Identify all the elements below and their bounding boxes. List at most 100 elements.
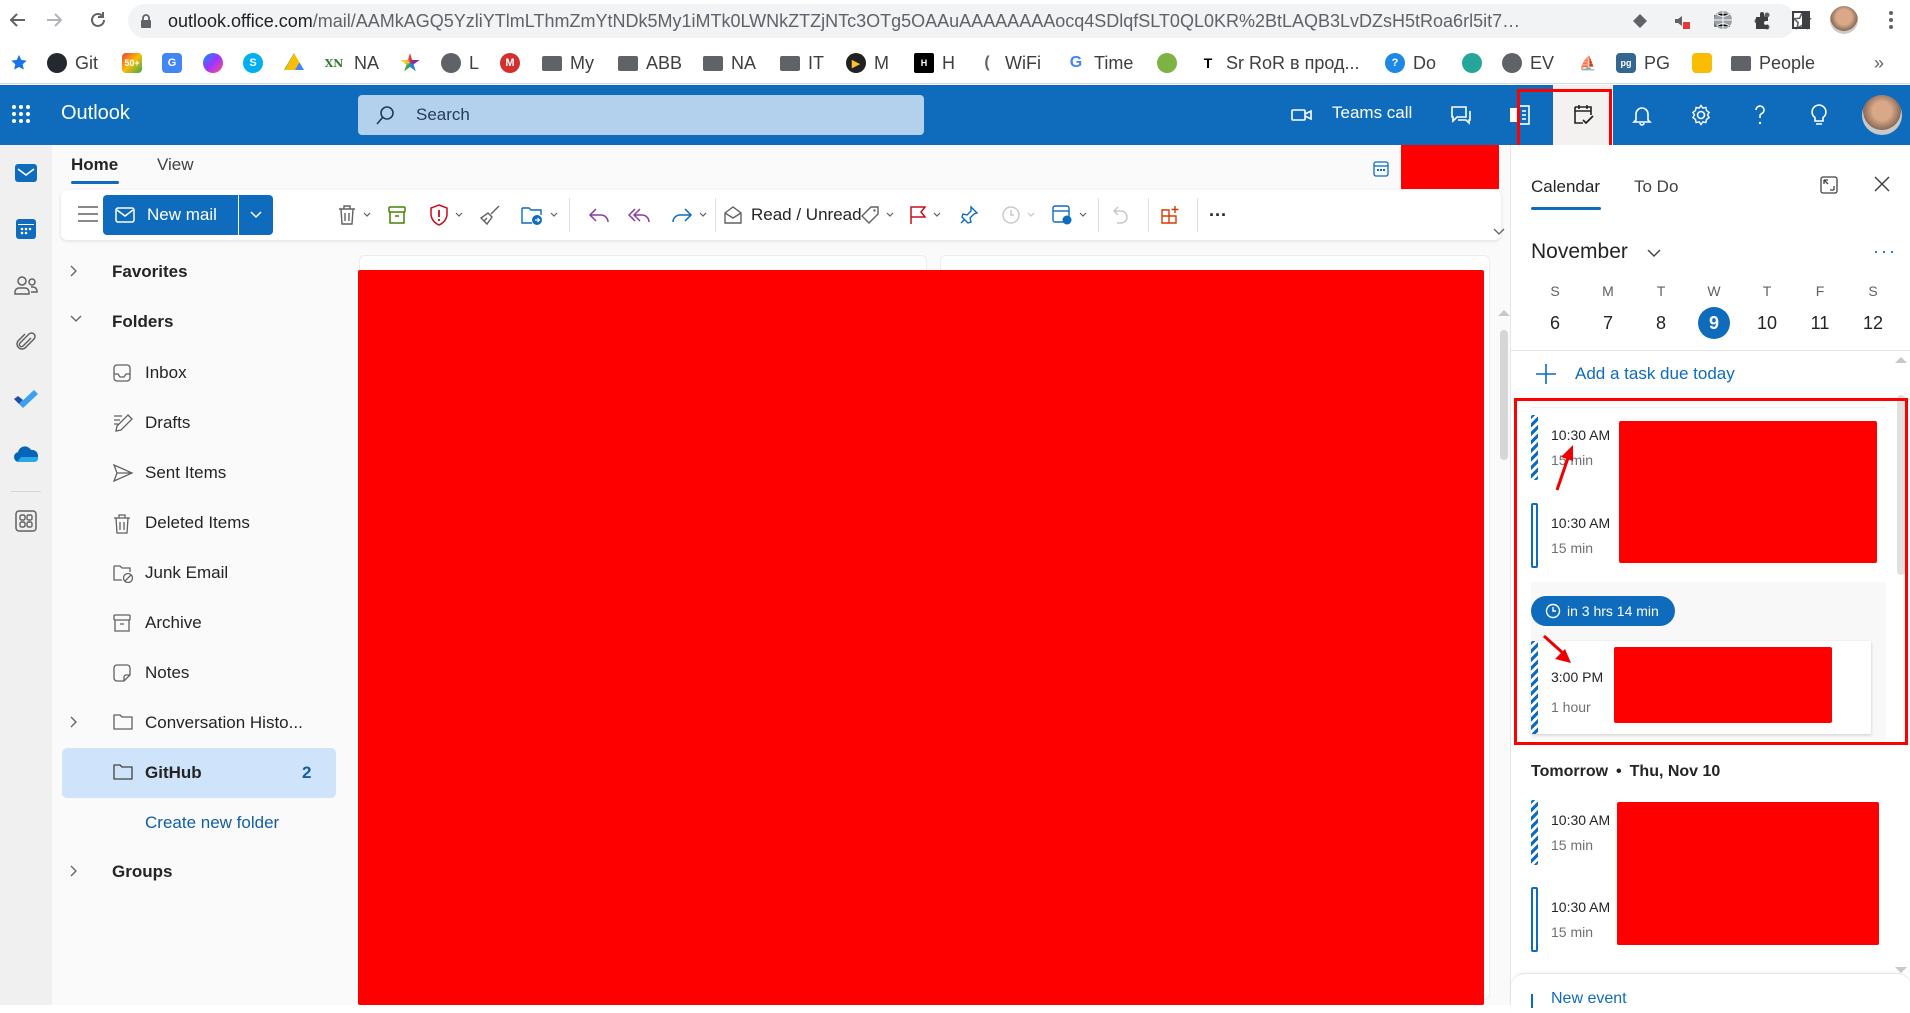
- date-cell[interactable]: 7: [1588, 307, 1628, 339]
- bookmark-gmail[interactable]: 50+: [122, 50, 150, 76]
- tab-muted-icon[interactable]: [1672, 11, 1692, 31]
- folder-github[interactable]: GitHub 2: [52, 751, 342, 795]
- date-cell[interactable]: 12: [1853, 307, 1893, 339]
- scrollbar[interactable]: [1498, 255, 1510, 1005]
- bookmark-ship[interactable]: ⛵: [1578, 50, 1606, 76]
- extensions-icon[interactable]: [1752, 9, 1774, 31]
- groups-section[interactable]: Groups: [52, 850, 342, 894]
- add-ins-button[interactable]: [1160, 203, 1180, 227]
- scroll-up-arrow[interactable]: [1895, 357, 1907, 363]
- close-icon[interactable]: [1873, 175, 1891, 193]
- bookmark-folder-people[interactable]: People: [1731, 50, 1815, 76]
- teams-call-button[interactable]: Teams call: [1332, 103, 1412, 123]
- folder-junk-email[interactable]: Junk Email: [52, 551, 342, 595]
- undo-button[interactable]: [1111, 203, 1131, 227]
- scrollbar-thumb[interactable]: [1500, 330, 1508, 460]
- month-label[interactable]: November: [1531, 240, 1628, 264]
- delete-button[interactable]: [337, 203, 371, 227]
- read-unread-button[interactable]: Read / Unread: [723, 203, 862, 227]
- archive-button[interactable]: [387, 203, 407, 227]
- tab-view[interactable]: View: [157, 155, 194, 175]
- create-new-folder-link[interactable]: Create new folder: [145, 813, 279, 833]
- bookmark-folder-my[interactable]: My: [542, 50, 594, 76]
- bookmark-m-red[interactable]: M: [500, 50, 528, 76]
- folder-deleted-items[interactable]: Deleted Items: [52, 501, 342, 545]
- search-box[interactable]: Search: [358, 95, 924, 135]
- folders-section[interactable]: Folders: [52, 300, 342, 344]
- bookmark-folder-na[interactable]: NA: [703, 50, 756, 76]
- flag-button[interactable]: [909, 203, 941, 227]
- folder-conversation-history[interactable]: Conversation Histo...: [52, 701, 342, 745]
- reply-button[interactable]: [588, 203, 610, 227]
- bookmark-time[interactable]: G Time: [1066, 50, 1134, 76]
- favorites-section[interactable]: Favorites: [52, 250, 342, 294]
- chat-icon[interactable]: [1449, 103, 1473, 127]
- bookmark-ev[interactable]: EV: [1502, 50, 1554, 76]
- bookmarks-overflow[interactable]: »: [1874, 50, 1884, 76]
- new-mail-main[interactable]: New mail: [103, 195, 239, 235]
- date-cell[interactable]: 6: [1535, 307, 1575, 339]
- rail-people[interactable]: [9, 268, 43, 302]
- bookmark-do[interactable]: ? Do: [1385, 50, 1436, 76]
- bookmark-m-play[interactable]: ▶ M: [846, 50, 889, 76]
- star-icon[interactable]: [10, 54, 28, 72]
- add-task-button[interactable]: Add a task due today: [1535, 363, 1735, 385]
- sweep-button[interactable]: [479, 203, 501, 227]
- bookmark-paw[interactable]: [1462, 50, 1490, 76]
- hamburger-menu-icon[interactable]: [77, 204, 99, 224]
- bookmark-keep[interactable]: [1692, 50, 1720, 76]
- vpn-globe-icon[interactable]: [1712, 9, 1734, 31]
- expand-icon[interactable]: [1819, 175, 1839, 195]
- bookmark-drive[interactable]: [284, 50, 312, 76]
- folder-sent-items[interactable]: Sent Items: [52, 451, 342, 495]
- bookmark-green[interactable]: [1157, 50, 1185, 76]
- reload-button[interactable]: [86, 8, 110, 32]
- kebab-menu-icon[interactable]: [1880, 9, 1902, 31]
- bookmark-wifi[interactable]: (WiFi: [977, 50, 1041, 76]
- reply-all-button[interactable]: [628, 203, 650, 227]
- scroll-up-arrow[interactable]: [1498, 310, 1510, 316]
- app-launcher-icon[interactable]: [10, 103, 32, 125]
- snooze-button[interactable]: [1001, 203, 1035, 227]
- folder-drafts[interactable]: Drafts: [52, 401, 342, 445]
- profile-avatar[interactable]: [1830, 6, 1858, 34]
- forward-mail-button[interactable]: [671, 203, 707, 227]
- forward-button[interactable]: [42, 8, 66, 32]
- rail-todo[interactable]: [9, 381, 43, 415]
- bookmark-translate[interactable]: G: [162, 50, 190, 76]
- folder-archive[interactable]: Archive: [52, 601, 342, 645]
- app-name[interactable]: Outlook: [61, 102, 130, 125]
- bookmark-sr-ror[interactable]: T Sr RoR в прод...: [1198, 50, 1360, 76]
- report-button[interactable]: [429, 203, 463, 227]
- tab-calendar[interactable]: Calendar: [1531, 177, 1600, 197]
- install-app-icon[interactable]: [1630, 11, 1650, 31]
- bookmark-pg[interactable]: pg PG: [1616, 50, 1670, 76]
- gear-icon[interactable]: [1689, 103, 1713, 127]
- address-bar[interactable]: outlook.office.com/mail/AAMkAGQ5YzliYTlm…: [128, 4, 1812, 38]
- new-event-button[interactable]: New event: [1511, 973, 1910, 1013]
- bookmark-star-logo[interactable]: [400, 50, 428, 76]
- bookmark-skype[interactable]: S: [243, 50, 271, 76]
- bookmark-h[interactable]: HH: [914, 50, 955, 76]
- calendar-small-icon[interactable]: [1373, 161, 1389, 177]
- bookmark-na-xn[interactable]: XN NA: [322, 50, 379, 76]
- lightbulb-icon[interactable]: [1807, 103, 1831, 127]
- bookmark-folder-abb[interactable]: ABB: [618, 50, 682, 76]
- rail-more-apps[interactable]: [9, 504, 43, 538]
- side-panel-icon[interactable]: [1790, 9, 1812, 31]
- rail-calendar[interactable]: [9, 212, 43, 246]
- rail-files[interactable]: [9, 325, 43, 359]
- chevron-right-icon[interactable]: [69, 715, 79, 729]
- rail-mail[interactable]: [9, 156, 43, 190]
- categorize-button[interactable]: [860, 203, 894, 227]
- bell-icon[interactable]: [1630, 103, 1654, 127]
- bookmark-git[interactable]: Git: [47, 50, 98, 76]
- new-mail-dropdown[interactable]: [239, 195, 273, 235]
- date-cell-today[interactable]: 9: [1694, 307, 1734, 339]
- date-cell[interactable]: 10: [1747, 307, 1787, 339]
- account-avatar[interactable]: [1862, 95, 1902, 135]
- ribbon-expand-chevron-icon[interactable]: [1493, 228, 1505, 236]
- folder-notes[interactable]: Notes: [52, 651, 342, 695]
- help-icon[interactable]: [1748, 103, 1772, 127]
- back-button[interactable]: [6, 8, 30, 32]
